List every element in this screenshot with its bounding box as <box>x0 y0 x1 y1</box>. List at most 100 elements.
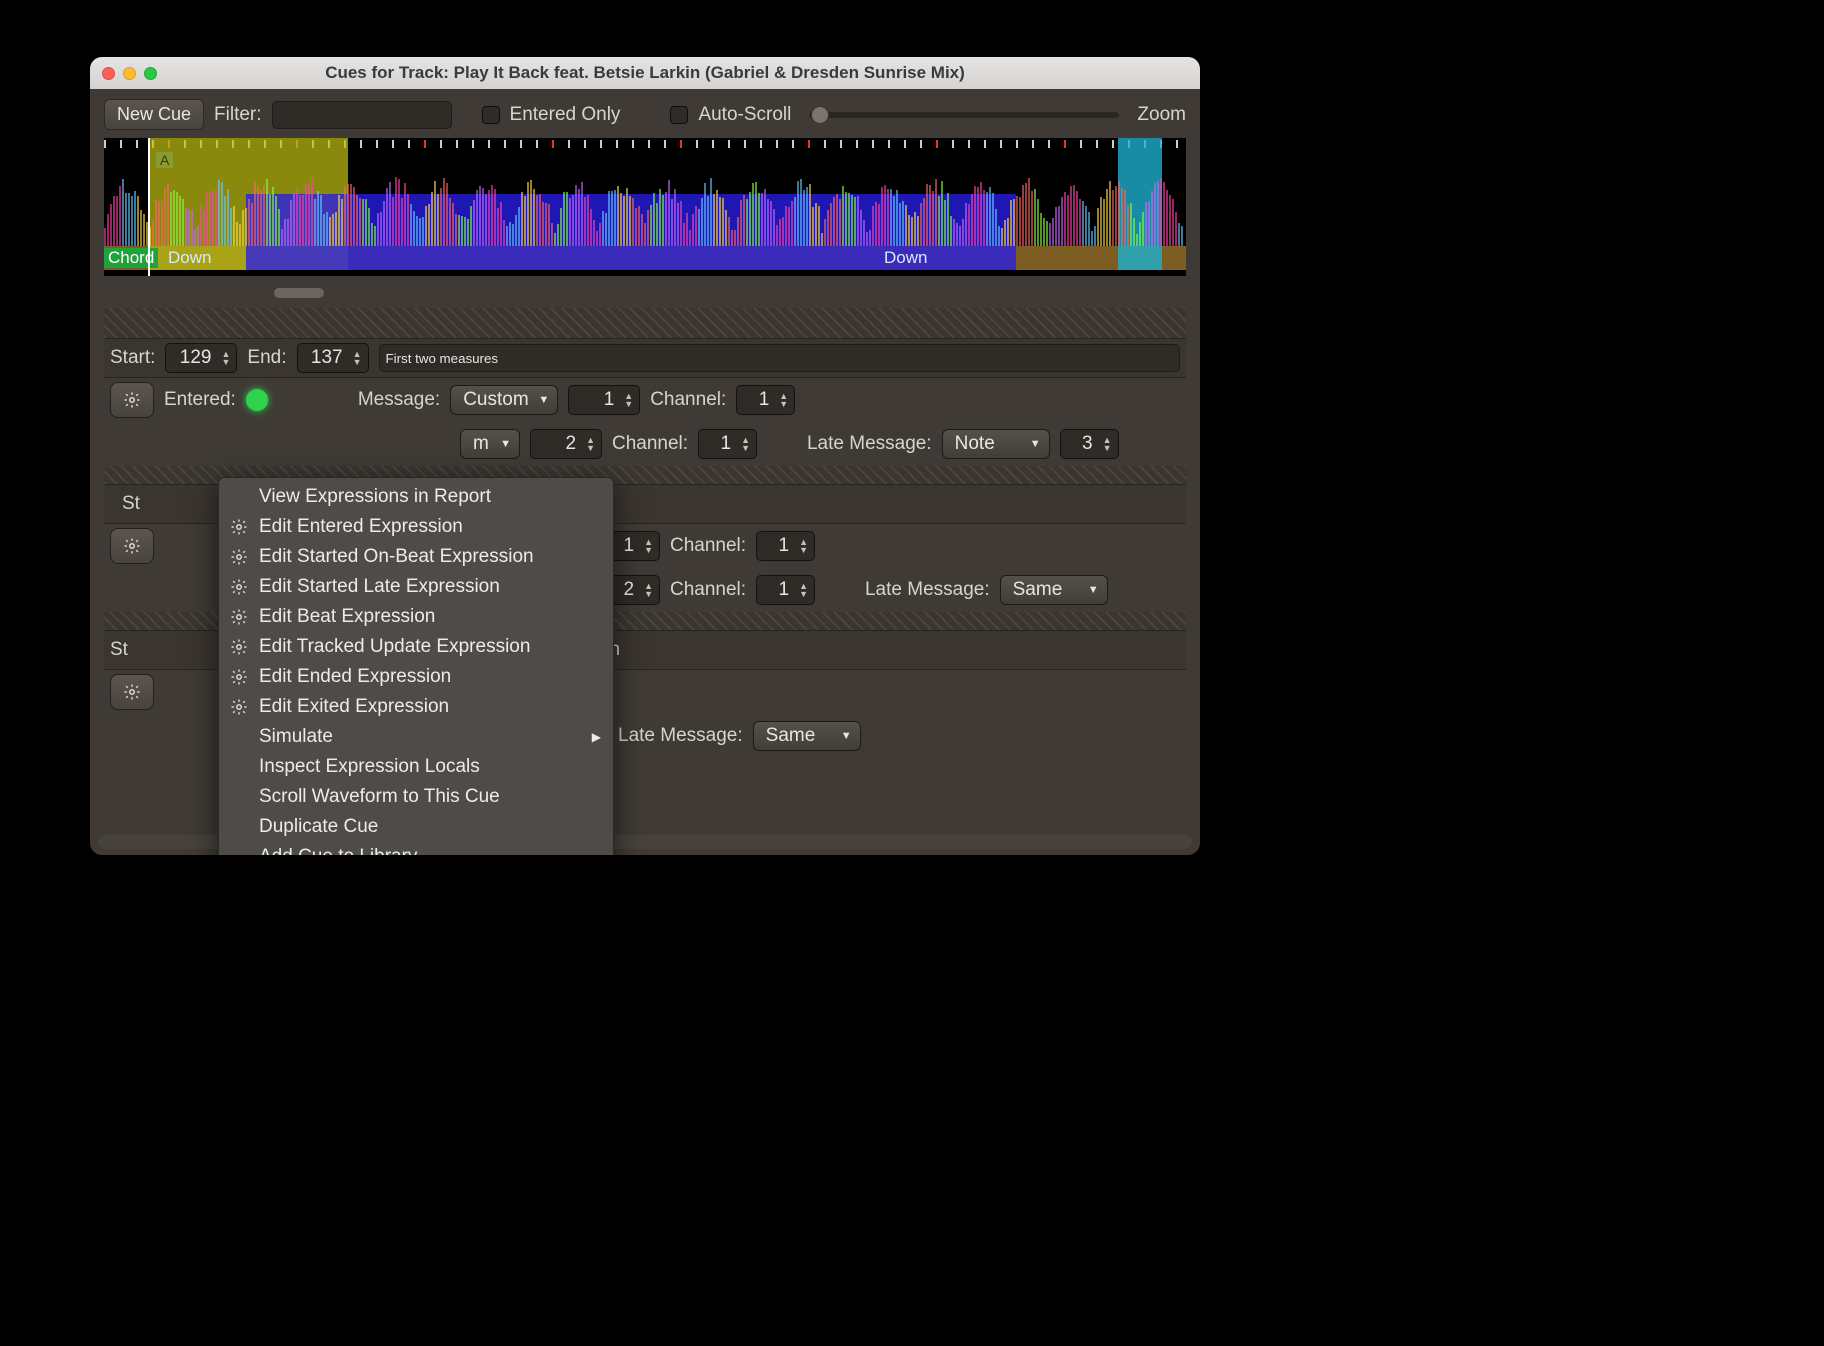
new-cue-button[interactable]: New Cue <box>104 99 204 130</box>
menu-item-8[interactable]: Simulate ▶ <box>219 722 613 752</box>
chevron-down-icon: ▼ <box>538 394 549 406</box>
menu-item-3[interactable]: Edit Started Late Expression <box>219 572 613 602</box>
gap <box>104 308 1186 338</box>
late-type-select[interactable]: Note▼ <box>942 429 1050 459</box>
gear-icon <box>229 698 249 716</box>
marker-a[interactable]: A <box>156 152 173 168</box>
label-down-1[interactable]: Down <box>164 248 215 268</box>
message-num-spinner[interactable]: 1▲▼ <box>568 385 640 415</box>
label-down-2[interactable]: Down <box>880 248 931 268</box>
zoom-icon[interactable] <box>144 67 157 80</box>
gear-icon <box>229 638 249 656</box>
menu-item-label: Simulate <box>259 726 333 748</box>
auto-scroll-label: Auto-Scroll <box>698 104 791 126</box>
entered-indicator <box>246 389 268 411</box>
gear-icon <box>229 608 249 626</box>
slider-knob[interactable] <box>811 106 829 124</box>
gear-button-1[interactable] <box>110 528 154 564</box>
channel2-spinner[interactable]: 1▲▼ <box>698 429 757 459</box>
c1-late-select[interactable]: Same▼ <box>1000 575 1108 605</box>
menu-item-label: Edit Tracked Update Expression <box>259 636 530 658</box>
menu-item-label: Scroll Waveform to This Cue <box>259 786 500 808</box>
zoom-slider[interactable] <box>809 112 1119 118</box>
entered-only-checkbox[interactable] <box>482 106 500 124</box>
gear-button[interactable] <box>110 382 154 418</box>
close-icon[interactable] <box>102 67 115 80</box>
label-chord[interactable]: Chord <box>104 248 158 268</box>
context-menu: View Expressions in Report Edit Entered E… <box>218 477 614 855</box>
menu-item-2[interactable]: Edit Started On-Beat Expression <box>219 542 613 572</box>
waveform-scrollbar[interactable] <box>104 288 1186 298</box>
c1-ch2-label: Channel: <box>670 579 746 601</box>
menu-item-7[interactable]: Edit Exited Expression <box>219 692 613 722</box>
gear-icon <box>229 578 249 596</box>
menu-item-label: Add Cue to Library <box>259 846 417 855</box>
toolbar: New Cue Filter: Entered Only Auto-Scroll… <box>90 89 1200 138</box>
menu-item-label: Duplicate Cue <box>259 816 378 838</box>
menu-item-12[interactable]: Add Cue to Library <box>219 842 613 855</box>
menu-item-label: Edit Ended Expression <box>259 666 451 688</box>
menu-item-label: Inspect Expression Locals <box>259 756 480 778</box>
chevron-right-icon: ▶ <box>592 730 601 744</box>
late-label: Late Message: <box>807 433 932 455</box>
gear-icon <box>123 537 141 555</box>
cue-comment-input[interactable] <box>379 344 1181 372</box>
gear-button-2[interactable] <box>110 674 154 710</box>
window-controls <box>102 67 157 80</box>
gear-icon <box>123 683 141 701</box>
menu-item-label: Edit Started On-Beat Expression <box>259 546 534 568</box>
gear-icon <box>229 518 249 536</box>
minimize-icon[interactable] <box>123 67 136 80</box>
message-type-select[interactable]: Custom▼ <box>450 385 558 415</box>
cues-window: Cues for Track: Play It Back feat. Betsi… <box>90 57 1200 855</box>
start-label-1: St <box>122 493 140 515</box>
menu-item-0[interactable]: View Expressions in Report <box>219 482 613 512</box>
start-spinner[interactable]: 129▲▼ <box>165 343 237 373</box>
c1-ch-spinner[interactable]: 1▲▼ <box>756 531 815 561</box>
c1-ch2-spinner[interactable]: 1▲▼ <box>756 575 815 605</box>
end-spinner[interactable]: 137▲▼ <box>297 343 369 373</box>
chevron-down-icon: ▼ <box>221 358 230 366</box>
menu-item-label: View Expressions in Report <box>259 486 491 508</box>
menu-item-1[interactable]: Edit Entered Expression <box>219 512 613 542</box>
cue-0-row-2: m▼ 2▲▼ Channel: 1▲▼ Late Message: Note▼ … <box>104 422 1186 466</box>
channel2-label: Channel: <box>612 433 688 455</box>
zoom-label: Zoom <box>1137 104 1186 126</box>
channel-spinner[interactable]: 1▲▼ <box>736 385 795 415</box>
menu-item-label: Edit Exited Expression <box>259 696 449 718</box>
gear-icon <box>123 391 141 409</box>
menu-item-label: Edit Entered Expression <box>259 516 463 538</box>
filter-label: Filter: <box>214 104 262 126</box>
cue-0-row-1: Entered: Message: Custom▼ 1▲▼ Channel: 1… <box>104 378 1186 422</box>
c1-late-label: Late Message: <box>865 579 990 601</box>
titlebar: Cues for Track: Play It Back feat. Betsi… <box>90 57 1200 89</box>
menu-item-11[interactable]: Duplicate Cue <box>219 812 613 842</box>
menu-item-4[interactable]: Edit Beat Expression <box>219 602 613 632</box>
cue-0-header: Start: 129▲▼ End: 137▲▼ <box>104 338 1186 378</box>
entered-only-label: Entered Only <box>510 104 621 126</box>
menu-item-label: Edit Started Late Expression <box>259 576 500 598</box>
c2-late-label: Late Message: <box>618 725 743 747</box>
channel-label: Channel: <box>650 389 726 411</box>
message2-num-spinner[interactable]: 2▲▼ <box>530 429 602 459</box>
menu-item-9[interactable]: Inspect Expression Locals <box>219 752 613 782</box>
message2-type-select[interactable]: m▼ <box>460 429 520 459</box>
auto-scroll-checkbox[interactable] <box>670 106 688 124</box>
entered-label: Entered: <box>164 389 236 411</box>
late-num-spinner[interactable]: 3▲▼ <box>1060 429 1119 459</box>
waveform-view[interactable]: A Chord Down Down <box>104 138 1186 276</box>
c1-ch-label: Channel: <box>670 535 746 557</box>
menu-item-6[interactable]: Edit Ended Expression <box>219 662 613 692</box>
c2-late-select[interactable]: Same▼ <box>753 721 861 751</box>
start-label: Start: <box>110 347 155 369</box>
menu-item-10[interactable]: Scroll Waveform to This Cue <box>219 782 613 812</box>
end-label: End: <box>247 347 286 369</box>
playhead[interactable] <box>148 138 150 276</box>
gear-icon <box>229 548 249 566</box>
window-title: Cues for Track: Play It Back feat. Betsi… <box>90 63 1200 83</box>
message-label: Message: <box>358 389 440 411</box>
gear-icon <box>229 668 249 686</box>
menu-item-label: Edit Beat Expression <box>259 606 435 628</box>
filter-input[interactable] <box>272 101 452 129</box>
menu-item-5[interactable]: Edit Tracked Update Expression <box>219 632 613 662</box>
